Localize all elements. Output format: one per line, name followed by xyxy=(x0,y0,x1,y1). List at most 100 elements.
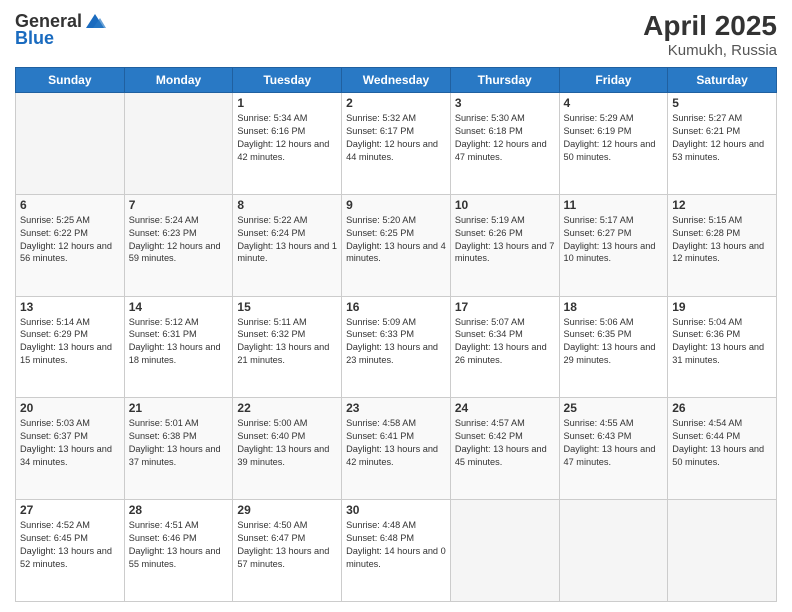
calendar-cell xyxy=(559,500,668,602)
week-row-5: 27 Sunrise: 4:52 AMSunset: 6:45 PMDayligh… xyxy=(16,500,777,602)
week-row-4: 20Sunrise: 5:03 AMSunset: 6:37 PMDayligh… xyxy=(16,398,777,500)
calendar-cell xyxy=(124,93,233,195)
page: General Blue April 2025 Kumukh, Russia S… xyxy=(0,0,792,612)
day-info: Sunrise: 5:09 AMSunset: 6:33 PMDaylight:… xyxy=(346,316,446,368)
calendar-cell: 10 Sunrise: 5:19 AMSunset: 6:26 PMDayligh… xyxy=(450,194,559,296)
day-header-friday: Friday xyxy=(559,68,668,93)
day-info: Sunrise: 5:04 AMSunset: 6:36 PMDaylight:… xyxy=(672,316,772,368)
day-number: 29 xyxy=(237,503,337,517)
calendar-cell: 3 Sunrise: 5:30 AMSunset: 6:18 PMDaylight… xyxy=(450,93,559,195)
calendar-cell: 25Sunrise: 4:55 AMSunset: 6:43 PMDayligh… xyxy=(559,398,668,500)
header-row: SundayMondayTuesdayWednesdayThursdayFrid… xyxy=(16,68,777,93)
day-number: 20 xyxy=(20,401,120,415)
week-row-3: 13Sunrise: 5:14 AMSunset: 6:29 PMDayligh… xyxy=(16,296,777,398)
day-number: 5 xyxy=(672,96,772,110)
day-info: Sunrise: 5:00 AMSunset: 6:40 PMDaylight:… xyxy=(237,417,337,469)
day-number: 3 xyxy=(455,96,555,110)
day-info: Sunrise: 4:58 AMSunset: 6:41 PMDaylight:… xyxy=(346,417,446,469)
day-info: Sunrise: 5:19 AMSunset: 6:26 PMDaylight:… xyxy=(455,214,555,266)
day-info: Sunrise: 5:27 AMSunset: 6:21 PMDaylight:… xyxy=(672,112,772,164)
day-number: 6 xyxy=(20,198,120,212)
calendar-cell: 6Sunrise: 5:25 AMSunset: 6:22 PMDaylight… xyxy=(16,194,125,296)
day-number: 14 xyxy=(129,300,229,314)
day-info: Sunrise: 5:24 AMSunset: 6:23 PMDaylight:… xyxy=(129,214,229,266)
day-number: 22 xyxy=(237,401,337,415)
day-info: Sunrise: 5:15 AMSunset: 6:28 PMDaylight:… xyxy=(672,214,772,266)
day-number: 16 xyxy=(346,300,446,314)
day-info: Sunrise: 4:52 AMSunset: 6:45 PMDaylight:… xyxy=(20,519,120,571)
calendar-cell: 13Sunrise: 5:14 AMSunset: 6:29 PMDayligh… xyxy=(16,296,125,398)
calendar-cell: 8 Sunrise: 5:22 AMSunset: 6:24 PMDaylight… xyxy=(233,194,342,296)
day-number: 27 xyxy=(20,503,120,517)
day-number: 15 xyxy=(237,300,337,314)
week-row-1: 1 Sunrise: 5:34 AMSunset: 6:16 PMDaylight… xyxy=(16,93,777,195)
day-info: Sunrise: 4:48 AMSunset: 6:48 PMDaylight:… xyxy=(346,519,446,571)
day-number: 24 xyxy=(455,401,555,415)
day-header-monday: Monday xyxy=(124,68,233,93)
calendar-cell: 21 Sunrise: 5:01 AMSunset: 6:38 PMDayligh… xyxy=(124,398,233,500)
logo-icon xyxy=(84,10,106,32)
calendar-cell: 27 Sunrise: 4:52 AMSunset: 6:45 PMDayligh… xyxy=(16,500,125,602)
calendar-cell: 23 Sunrise: 4:58 AMSunset: 6:41 PMDayligh… xyxy=(342,398,451,500)
calendar-cell xyxy=(450,500,559,602)
day-number: 9 xyxy=(346,198,446,212)
calendar-cell: 29 Sunrise: 4:50 AMSunset: 6:47 PMDayligh… xyxy=(233,500,342,602)
calendar-title: April 2025 xyxy=(643,10,777,42)
calendar-cell xyxy=(16,93,125,195)
calendar-cell: 9 Sunrise: 5:20 AMSunset: 6:25 PMDaylight… xyxy=(342,194,451,296)
calendar-cell: 26 Sunrise: 4:54 AMSunset: 6:44 PMDayligh… xyxy=(668,398,777,500)
day-info: Sunrise: 5:22 AMSunset: 6:24 PMDaylight:… xyxy=(237,214,337,266)
day-info: Sunrise: 4:51 AMSunset: 6:46 PMDaylight:… xyxy=(129,519,229,571)
day-info: Sunrise: 5:17 AMSunset: 6:27 PMDaylight:… xyxy=(564,214,664,266)
calendar-cell: 24Sunrise: 4:57 AMSunset: 6:42 PMDayligh… xyxy=(450,398,559,500)
day-number: 21 xyxy=(129,401,229,415)
day-info: Sunrise: 5:20 AMSunset: 6:25 PMDaylight:… xyxy=(346,214,446,266)
day-info: Sunrise: 5:01 AMSunset: 6:38 PMDaylight:… xyxy=(129,417,229,469)
calendar-cell: 11 Sunrise: 5:17 AMSunset: 6:27 PMDayligh… xyxy=(559,194,668,296)
day-number: 1 xyxy=(237,96,337,110)
day-number: 28 xyxy=(129,503,229,517)
day-header-sunday: Sunday xyxy=(16,68,125,93)
day-info: Sunrise: 4:50 AMSunset: 6:47 PMDaylight:… xyxy=(237,519,337,571)
day-number: 17 xyxy=(455,300,555,314)
header: General Blue April 2025 Kumukh, Russia xyxy=(15,10,777,59)
calendar-cell: 16 Sunrise: 5:09 AMSunset: 6:33 PMDayligh… xyxy=(342,296,451,398)
logo: General Blue xyxy=(15,10,106,49)
calendar-cell: 15 Sunrise: 5:11 AMSunset: 6:32 PMDayligh… xyxy=(233,296,342,398)
day-info: Sunrise: 5:32 AMSunset: 6:17 PMDaylight:… xyxy=(346,112,446,164)
day-number: 12 xyxy=(672,198,772,212)
day-number: 7 xyxy=(129,198,229,212)
day-info: Sunrise: 4:54 AMSunset: 6:44 PMDaylight:… xyxy=(672,417,772,469)
day-info: Sunrise: 5:11 AMSunset: 6:32 PMDaylight:… xyxy=(237,316,337,368)
day-number: 26 xyxy=(672,401,772,415)
day-number: 23 xyxy=(346,401,446,415)
calendar-cell: 30 Sunrise: 4:48 AMSunset: 6:48 PMDayligh… xyxy=(342,500,451,602)
calendar-cell: 12 Sunrise: 5:15 AMSunset: 6:28 PMDayligh… xyxy=(668,194,777,296)
day-info: Sunrise: 5:07 AMSunset: 6:34 PMDaylight:… xyxy=(455,316,555,368)
day-info: Sunrise: 4:55 AMSunset: 6:43 PMDaylight:… xyxy=(564,417,664,469)
week-row-2: 6Sunrise: 5:25 AMSunset: 6:22 PMDaylight… xyxy=(16,194,777,296)
day-info: Sunrise: 5:06 AMSunset: 6:35 PMDaylight:… xyxy=(564,316,664,368)
title-block: April 2025 Kumukh, Russia xyxy=(643,10,777,59)
day-header-tuesday: Tuesday xyxy=(233,68,342,93)
day-number: 10 xyxy=(455,198,555,212)
day-number: 2 xyxy=(346,96,446,110)
calendar-cell: 14 Sunrise: 5:12 AMSunset: 6:31 PMDayligh… xyxy=(124,296,233,398)
day-info: Sunrise: 5:29 AMSunset: 6:19 PMDaylight:… xyxy=(564,112,664,164)
calendar-cell: 17 Sunrise: 5:07 AMSunset: 6:34 PMDayligh… xyxy=(450,296,559,398)
day-header-saturday: Saturday xyxy=(668,68,777,93)
calendar-cell: 18Sunrise: 5:06 AMSunset: 6:35 PMDayligh… xyxy=(559,296,668,398)
day-info: Sunrise: 5:34 AMSunset: 6:16 PMDaylight:… xyxy=(237,112,337,164)
day-info: Sunrise: 5:12 AMSunset: 6:31 PMDaylight:… xyxy=(129,316,229,368)
day-info: Sunrise: 5:30 AMSunset: 6:18 PMDaylight:… xyxy=(455,112,555,164)
day-header-thursday: Thursday xyxy=(450,68,559,93)
day-number: 4 xyxy=(564,96,664,110)
calendar-table: SundayMondayTuesdayWednesdayThursdayFrid… xyxy=(15,67,777,602)
day-number: 30 xyxy=(346,503,446,517)
calendar-cell: 19Sunrise: 5:04 AMSunset: 6:36 PMDayligh… xyxy=(668,296,777,398)
calendar-cell: 5 Sunrise: 5:27 AMSunset: 6:21 PMDaylight… xyxy=(668,93,777,195)
calendar-cell: 28 Sunrise: 4:51 AMSunset: 6:46 PMDayligh… xyxy=(124,500,233,602)
day-number: 11 xyxy=(564,198,664,212)
calendar-subtitle: Kumukh, Russia xyxy=(643,42,777,59)
day-number: 8 xyxy=(237,198,337,212)
